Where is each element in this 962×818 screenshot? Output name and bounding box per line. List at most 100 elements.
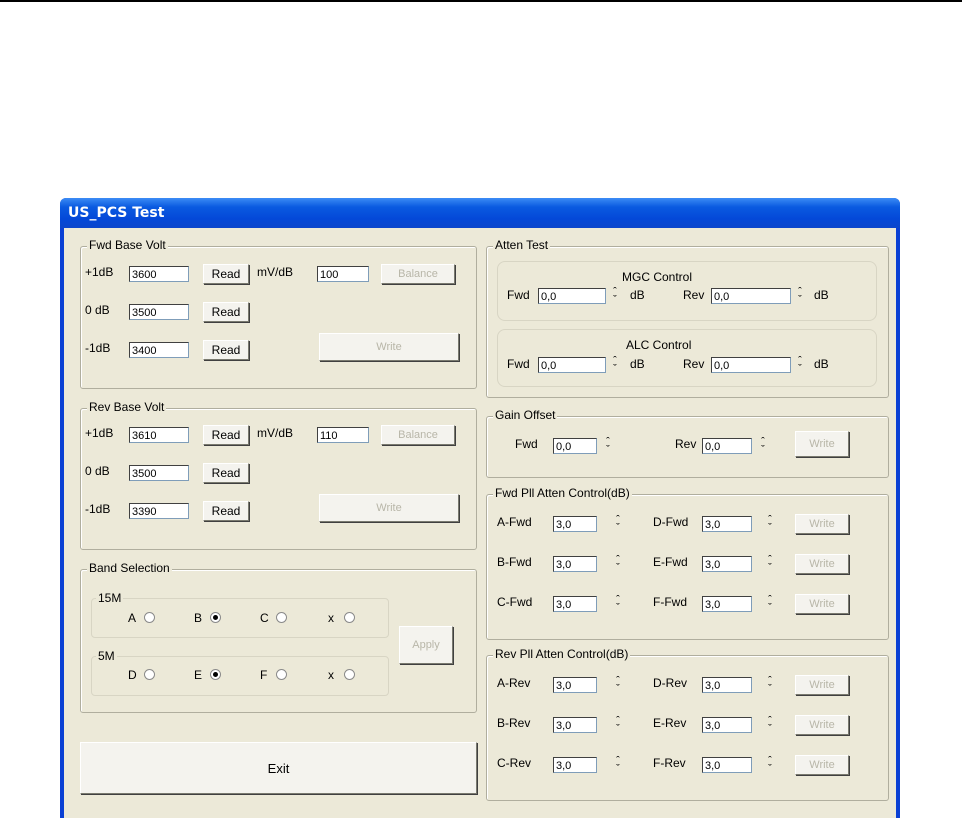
rev-minus1db-input[interactable]: 3390 xyxy=(129,503,189,519)
rev-plus1db-read-button[interactable]: Read xyxy=(203,425,249,445)
fwd-plus1db-read-button[interactable]: Read xyxy=(203,264,249,284)
gain-fwd-spinner[interactable]: ˆˇ xyxy=(601,437,615,456)
mgc-rev-input[interactable]: 0,0 xyxy=(711,288,791,304)
fwd-pll-spinner-c[interactable]: ˆˇ xyxy=(611,595,625,614)
alc-fwd-spinner[interactable]: ˆˇ xyxy=(608,356,622,375)
fwd-pll-spinner-e[interactable]: ˆˇ xyxy=(763,555,777,574)
rev-base-volt-group: Rev Base Volt +1dB 3610 Read mV/dB 110 B… xyxy=(80,400,477,550)
alc-fwd-input[interactable]: 0,0 xyxy=(538,357,606,373)
gain-rev-spinner[interactable]: ˆˇ xyxy=(756,437,770,456)
radio-b[interactable] xyxy=(210,612,221,623)
spin-down-icon[interactable]: ˇ xyxy=(763,603,777,614)
fwd-balance-button[interactable]: Balance xyxy=(381,264,455,284)
spin-down-icon[interactable]: ˇ xyxy=(611,764,625,775)
fwd-pll-spinner-b[interactable]: ˆˇ xyxy=(611,555,625,574)
fwd-pll-input-b[interactable]: 3,0 xyxy=(553,556,597,572)
rev-pll-group: Rev Pll Atten Control(dB) A-Rev 3,0 ˆˇ D… xyxy=(486,647,889,801)
rev-balance-button[interactable]: Balance xyxy=(381,425,455,445)
fwd-pll-input-e[interactable]: 3,0 xyxy=(702,556,752,572)
radio-f[interactable] xyxy=(276,669,287,680)
spin-down-icon[interactable]: ˇ xyxy=(611,603,625,614)
rev-pll-input-f[interactable]: 3,0 xyxy=(702,757,752,773)
spin-down-icon[interactable]: ˇ xyxy=(608,295,622,306)
spin-down-icon[interactable]: ˇ xyxy=(611,523,625,534)
alc-rev-input[interactable]: 0,0 xyxy=(711,357,791,373)
gain-fwd-input[interactable]: 0,0 xyxy=(553,438,597,454)
spin-down-icon[interactable]: ˇ xyxy=(756,445,770,456)
rev-zero-db-read-button[interactable]: Read xyxy=(203,463,249,483)
fwd-write-button[interactable]: Write xyxy=(319,333,459,361)
exit-button[interactable]: Exit xyxy=(80,742,477,794)
fwd-pll-input-d[interactable]: 3,0 xyxy=(702,516,752,532)
fwd-pll-write-button-1[interactable]: Write xyxy=(795,514,849,534)
fwd-mvdb-input[interactable]: 100 xyxy=(317,266,369,282)
spin-down-icon[interactable]: ˇ xyxy=(763,724,777,735)
rev-pll-input-a[interactable]: 3,0 xyxy=(553,677,597,693)
fwd-pll-spinner-d[interactable]: ˆˇ xyxy=(763,515,777,534)
rev-pll-write-button-1[interactable]: Write xyxy=(795,675,849,695)
mgc-fwd-unit: dB xyxy=(630,288,645,302)
radio-label-x-5m: x xyxy=(328,668,334,682)
rev-pll-spinner-b[interactable]: ˆˇ xyxy=(611,716,625,735)
gain-write-button[interactable]: Write xyxy=(795,431,849,457)
plus1db-label: +1dB xyxy=(85,265,114,279)
rev-pll-spinner-c[interactable]: ˆˇ xyxy=(611,756,625,775)
radio-d[interactable] xyxy=(144,669,155,680)
apply-button[interactable]: Apply xyxy=(399,626,453,664)
mgc-fwd-spinner[interactable]: ˆˇ xyxy=(608,287,622,306)
fwd-pll-input-f[interactable]: 3,0 xyxy=(702,596,752,612)
alc-rev-spinner[interactable]: ˆˇ xyxy=(793,356,807,375)
rev-write-button[interactable]: Write xyxy=(319,494,459,522)
rev-pll-write-button-2[interactable]: Write xyxy=(795,715,849,735)
spin-down-icon[interactable]: ˇ xyxy=(793,364,807,375)
fwd-pll-write-button-3[interactable]: Write xyxy=(795,594,849,614)
mgc-fwd-input[interactable]: 0,0 xyxy=(538,288,606,304)
spin-down-icon[interactable]: ˇ xyxy=(608,364,622,375)
fwd-zero-db-input[interactable]: 3500 xyxy=(129,304,189,320)
fwd-pll-input-c[interactable]: 3,0 xyxy=(553,596,597,612)
mgc-rev-spinner[interactable]: ˆˇ xyxy=(793,287,807,306)
rev-pll-spinner-d[interactable]: ˆˇ xyxy=(763,676,777,695)
fwd-pll-spinner-f[interactable]: ˆˇ xyxy=(763,595,777,614)
rev-pll-input-c[interactable]: 3,0 xyxy=(553,757,597,773)
rev-zero-db-input[interactable]: 3500 xyxy=(129,465,189,481)
spin-down-icon[interactable]: ˇ xyxy=(793,295,807,306)
spin-down-icon[interactable]: ˇ xyxy=(763,563,777,574)
fwd-pll-input-a[interactable]: 3,0 xyxy=(553,516,597,532)
rev-pll-spinner-a[interactable]: ˆˇ xyxy=(611,676,625,695)
gain-offset-group: Gain Offset Fwd 0,0 ˆˇ Rev 0,0 ˆˇ Write xyxy=(486,408,889,478)
radio-c[interactable] xyxy=(276,612,287,623)
fwd-minus1db-input[interactable]: 3400 xyxy=(129,342,189,358)
radio-e[interactable] xyxy=(210,669,221,680)
fwd-plus1db-input[interactable]: 3600 xyxy=(129,266,189,282)
rev-plus1db-input[interactable]: 3610 xyxy=(129,427,189,443)
window-title: US_PCS Test xyxy=(68,205,165,221)
fwd-base-volt-group: Fwd Base Volt +1dB 3600 Read mV/dB 100 B… xyxy=(80,238,477,389)
rev-mvdb-input[interactable]: 110 xyxy=(317,427,369,443)
rev-pll-input-b[interactable]: 3,0 xyxy=(553,717,597,733)
fwd-minus1db-read-button[interactable]: Read xyxy=(203,340,249,360)
rev-pll-spinner-f[interactable]: ˆˇ xyxy=(763,756,777,775)
minus1db-label: -1dB xyxy=(85,341,111,355)
fwd-zero-db-read-button[interactable]: Read xyxy=(203,302,249,322)
spin-down-icon[interactable]: ˇ xyxy=(763,523,777,534)
radio-x-5m[interactable] xyxy=(344,669,355,680)
radio-a[interactable] xyxy=(144,612,155,623)
fwd-pll-write-button-2[interactable]: Write xyxy=(795,554,849,574)
rev-pll-write-button-3[interactable]: Write xyxy=(795,755,849,775)
fwd-pll-label-f: F-Fwd xyxy=(653,595,687,609)
spin-down-icon[interactable]: ˇ xyxy=(611,724,625,735)
spin-down-icon[interactable]: ˇ xyxy=(601,445,615,456)
spin-down-icon[interactable]: ˇ xyxy=(763,764,777,775)
gain-rev-input[interactable]: 0,0 xyxy=(702,438,752,454)
radio-x-15m[interactable] xyxy=(344,612,355,623)
spin-down-icon[interactable]: ˇ xyxy=(611,563,625,574)
rev-pll-input-e[interactable]: 3,0 xyxy=(702,717,752,733)
rev-pll-spinner-e[interactable]: ˆˇ xyxy=(763,716,777,735)
fwd-pll-spinner-a[interactable]: ˆˇ xyxy=(611,515,625,534)
rev-minus1db-read-button[interactable]: Read xyxy=(203,501,249,521)
rev-pll-input-d[interactable]: 3,0 xyxy=(702,677,752,693)
spin-down-icon[interactable]: ˇ xyxy=(763,684,777,695)
title-bar[interactable]: US_PCS Test xyxy=(60,198,900,228)
spin-down-icon[interactable]: ˇ xyxy=(611,684,625,695)
